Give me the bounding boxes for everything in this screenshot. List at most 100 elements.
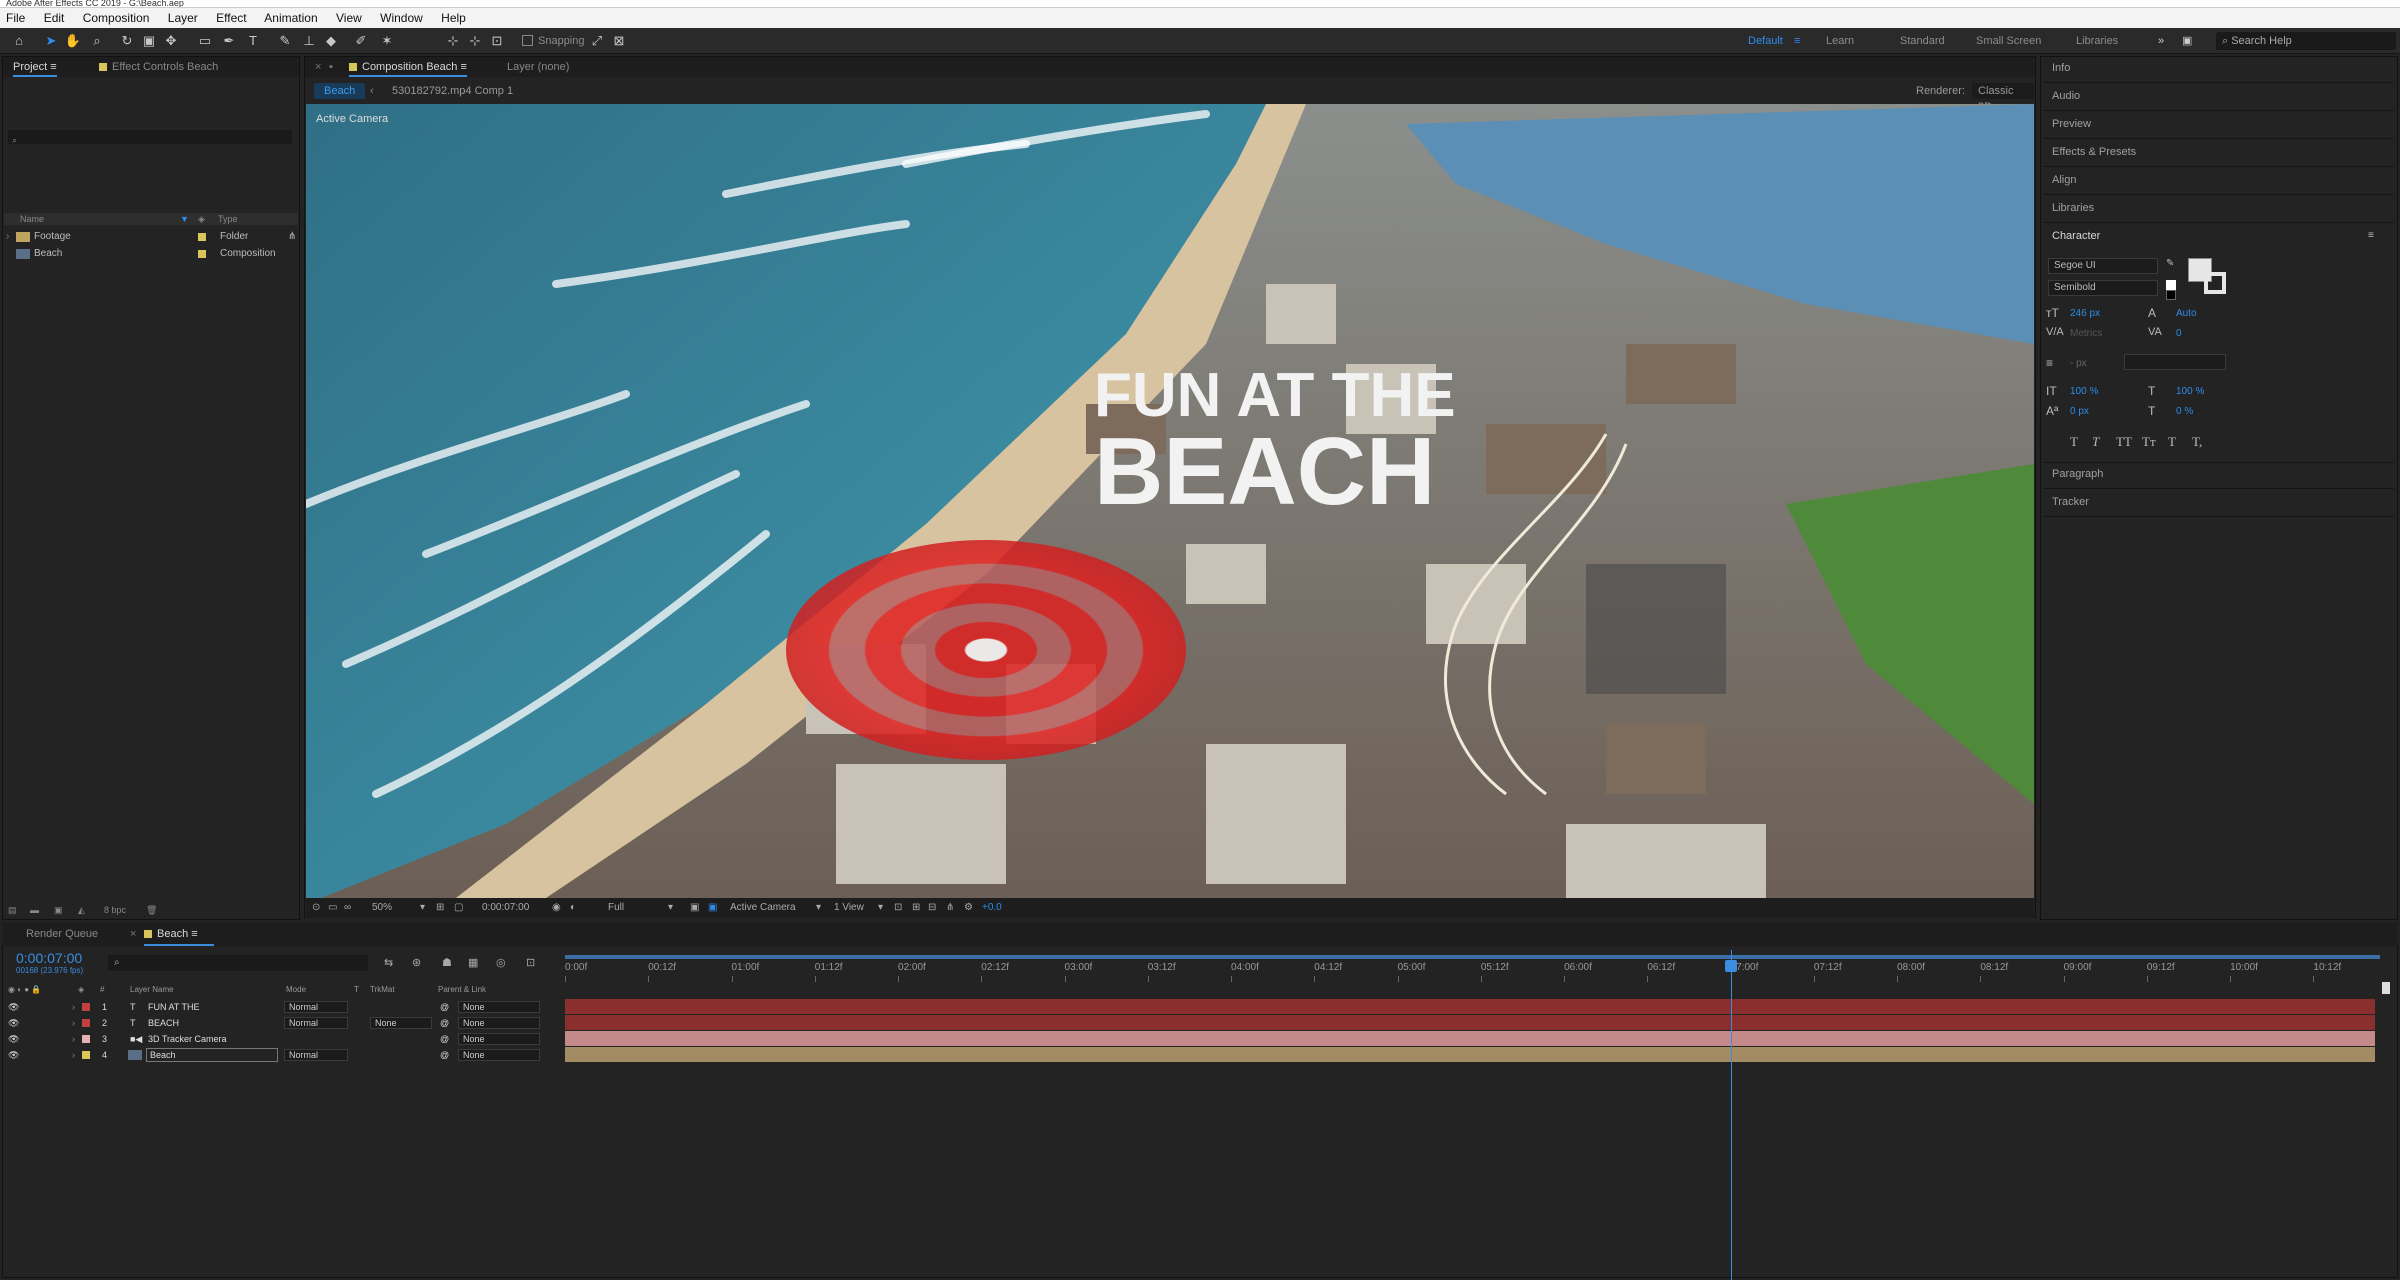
chevron-right-icon[interactable]: ›: [6, 229, 9, 245]
toggle-mask-icon[interactable]: ▭: [328, 898, 337, 918]
stroke-width-value[interactable]: - px: [2070, 358, 2087, 369]
graph-editor-icon[interactable]: ⊡: [526, 956, 535, 969]
breadcrumb-precomp[interactable]: 530182792.mp4 Comp 1: [392, 80, 513, 102]
camera-tool-icon[interactable]: ▣: [140, 32, 158, 50]
project-settings-icon[interactable]: ◭: [78, 902, 85, 918]
toggle-pixel-aspect-icon[interactable]: ⊡: [894, 898, 902, 918]
resolution-select[interactable]: Full: [608, 898, 624, 918]
workspace-default[interactable]: Default: [1748, 28, 1783, 54]
bpc-label[interactable]: 8 bpc: [104, 902, 126, 918]
eye-icon[interactable]: 👁: [8, 1047, 19, 1063]
view-layout-select[interactable]: 1 View: [834, 898, 864, 918]
new-folder-icon[interactable]: ▬: [30, 902, 39, 918]
panel-character[interactable]: Character: [2052, 230, 2100, 242]
set-to-white-swatch[interactable]: [2166, 280, 2176, 290]
set-to-black-swatch[interactable]: [2166, 290, 2176, 300]
layer-label-color[interactable]: [82, 1051, 90, 1059]
layer-name[interactable]: FUN AT THE: [148, 999, 200, 1015]
panel-libraries[interactable]: Libraries: [2052, 202, 2094, 214]
fast-previews-icon[interactable]: ▣: [690, 898, 699, 918]
layer-label-color[interactable]: [82, 1003, 90, 1011]
tsume-value[interactable]: 0 %: [2176, 406, 2193, 417]
draft-3d-icon[interactable]: ⊛: [412, 956, 421, 969]
breadcrumb-beach[interactable]: Beach: [314, 83, 366, 99]
menu-animation[interactable]: Animation: [264, 11, 317, 25]
region-of-interest-icon[interactable]: ▢: [454, 898, 463, 918]
tab-layer[interactable]: Layer (none): [507, 57, 569, 77]
chevron-right-icon[interactable]: ›: [72, 1047, 75, 1063]
tracking-value[interactable]: 0: [2176, 328, 2182, 339]
snap-feather-icon[interactable]: ⊠: [610, 32, 628, 50]
panel-audio[interactable]: Audio: [2052, 90, 2080, 102]
layer-duration-bar[interactable]: [565, 1047, 2375, 1062]
flowchart-icon[interactable]: ⊞: [912, 898, 920, 918]
brush-tool-icon[interactable]: ✎: [276, 32, 294, 50]
tab-beach-timeline[interactable]: Beach ≡: [144, 922, 198, 946]
comp-text-beach[interactable]: BEACH: [1094, 418, 1435, 525]
pickwhip-icon[interactable]: @: [440, 999, 449, 1015]
snapping-checkbox[interactable]: [522, 35, 533, 46]
column-type[interactable]: Type: [218, 213, 238, 225]
all-caps-button[interactable]: TT: [2116, 434, 2132, 450]
parent-select[interactable]: None: [458, 1017, 540, 1029]
hand-tool-icon[interactable]: ✋: [64, 32, 82, 50]
workspace-learn[interactable]: Learn: [1826, 28, 1854, 54]
layer-row[interactable]: 👁 › 1 T FUN AT THE Normal @ None: [2, 999, 560, 1015]
layer-duration-bar[interactable]: [565, 999, 2375, 1014]
grid-guide-icon[interactable]: ⊞: [436, 898, 444, 918]
trkmat-select[interactable]: None: [370, 1017, 432, 1029]
renderer-select[interactable]: Classic 3D: [1972, 83, 2034, 113]
menu-file[interactable]: File: [6, 11, 25, 25]
font-size-value[interactable]: 246 px: [2070, 308, 2100, 319]
workspace-small-screen[interactable]: Small Screen: [1976, 28, 2041, 54]
menu-composition[interactable]: Composition: [83, 11, 150, 25]
transparency-grid-icon[interactable]: ▣: [708, 898, 717, 918]
list-item[interactable]: Beach Composition: [6, 246, 296, 262]
composition-mini-flowchart-icon[interactable]: ⇆: [384, 956, 393, 969]
work-area-bar[interactable]: [565, 955, 2380, 959]
eyedropper-icon[interactable]: ✎: [2166, 258, 2174, 269]
leading-value[interactable]: Auto: [2176, 308, 2197, 319]
puppet-tool-icon[interactable]: ✶: [378, 32, 396, 50]
pan-behind-tool-icon[interactable]: ✥: [162, 32, 180, 50]
panel-paragraph[interactable]: Paragraph: [2052, 468, 2103, 480]
list-item[interactable]: › Footage Folder ⋔: [6, 229, 296, 245]
eye-icon[interactable]: 👁: [8, 999, 19, 1015]
layer-label-color[interactable]: [82, 1019, 90, 1027]
frame-blending-icon[interactable]: ▦: [468, 956, 478, 969]
rotate-tool-icon[interactable]: ↻: [118, 32, 136, 50]
magnification-select[interactable]: 50%: [372, 898, 392, 918]
shy-layers-icon[interactable]: ☗: [442, 956, 452, 969]
parent-select[interactable]: None: [458, 1049, 540, 1061]
panel-menu-icon[interactable]: ≡: [2368, 230, 2374, 241]
superscript-button[interactable]: T: [2168, 434, 2176, 450]
baseline-shift-value[interactable]: 0 px: [2070, 406, 2089, 417]
parent-select[interactable]: None: [458, 1001, 540, 1013]
column-name[interactable]: Name: [20, 213, 44, 225]
pen-tool-icon[interactable]: ✒: [220, 32, 238, 50]
tab-render-queue[interactable]: Render Queue: [26, 922, 98, 946]
subscript-button[interactable]: T,: [2192, 434, 2202, 450]
tab-effect-controls[interactable]: Effect Controls Beach: [99, 57, 218, 77]
mode-select[interactable]: Normal: [284, 1049, 348, 1061]
roto-brush-tool-icon[interactable]: ✐: [352, 32, 370, 50]
chevron-right-icon[interactable]: ›: [72, 1031, 75, 1047]
column-parent[interactable]: Parent & Link: [438, 984, 486, 996]
mode-select[interactable]: Normal: [284, 1017, 348, 1029]
tab-composition[interactable]: Composition Beach ≡: [349, 57, 467, 77]
menu-window[interactable]: Window: [380, 11, 423, 25]
new-composition-icon[interactable]: ▣: [54, 902, 63, 918]
chevron-right-icon[interactable]: ›: [72, 1015, 75, 1031]
zoom-tool-icon[interactable]: ⌕: [88, 32, 106, 50]
composition-viewer[interactable]: Active Camera FUN AT THE BEACH: [306, 104, 2034, 898]
rectangle-tool-icon[interactable]: ▭: [196, 32, 214, 50]
panel-tracker[interactable]: Tracker: [2052, 496, 2089, 508]
show-channel-icon[interactable]: ◐: [570, 898, 576, 918]
current-time-display[interactable]: 0:00:07:00: [482, 898, 529, 918]
layer-duration-bar[interactable]: [565, 1015, 2375, 1030]
project-search-input[interactable]: ⌕: [8, 130, 292, 145]
more-workspaces-icon[interactable]: »: [2158, 28, 2164, 54]
timeline-link-icon[interactable]: ⊟: [928, 898, 936, 918]
layer-name[interactable]: Beach: [146, 1048, 278, 1062]
menu-layer[interactable]: Layer: [168, 11, 198, 25]
